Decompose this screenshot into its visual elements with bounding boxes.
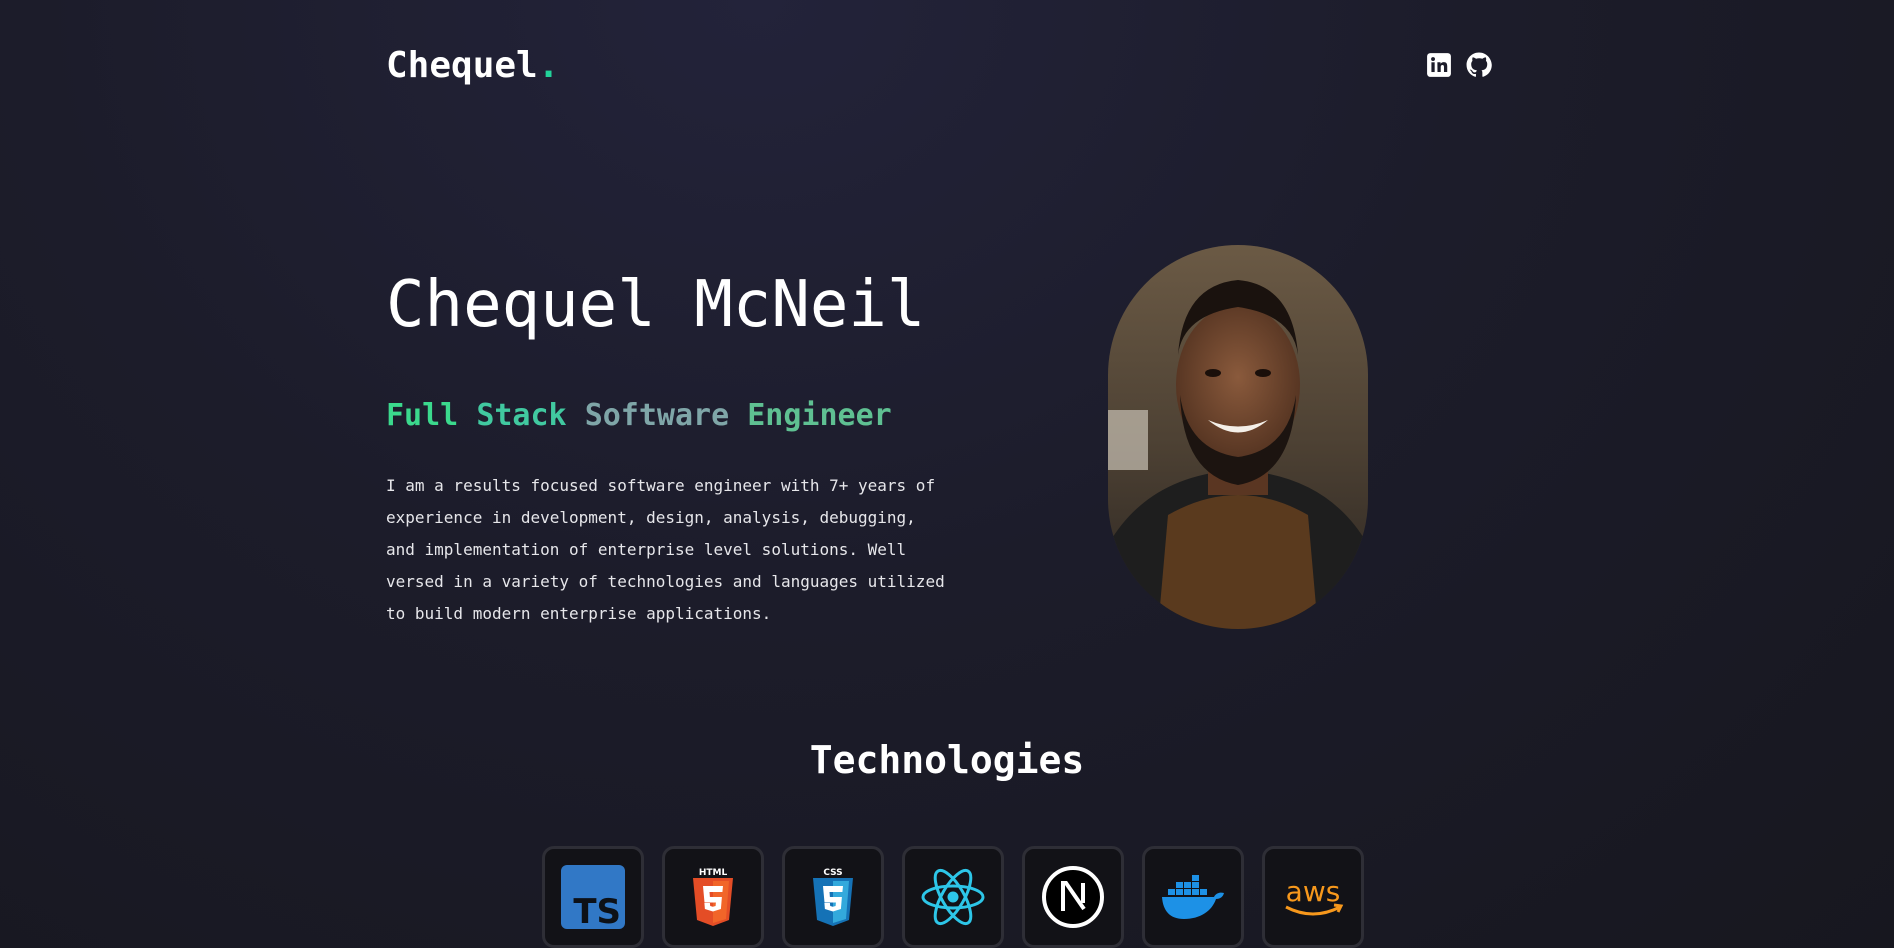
typescript-icon: TS: [561, 865, 625, 929]
docker-icon: [1162, 875, 1224, 919]
hero-title: Full Stack Software Engineer: [386, 398, 892, 433]
tech-card: CSS: [782, 846, 884, 948]
aws-icon: aws: [1285, 875, 1344, 916]
svg-text:TS: TS: [573, 892, 621, 929]
tech-card: [1142, 846, 1244, 948]
social-links: [1426, 52, 1492, 78]
nextjs-icon: [1042, 866, 1104, 928]
react-icon: [921, 868, 985, 926]
tech-card: aws: [1262, 846, 1364, 948]
tech-card: HTML: [662, 846, 764, 948]
title-word: Software: [584, 398, 730, 433]
svg-text:aws: aws: [1286, 875, 1341, 908]
css3-icon: CSS: [813, 868, 853, 926]
site-header: Chequel.: [386, 40, 1492, 90]
title-word: Full: [386, 398, 459, 433]
tech-card: TS: [542, 846, 644, 948]
svg-text:CSS: CSS: [823, 868, 842, 878]
technologies-list: TS HTML CSS aws: [542, 846, 1364, 948]
linkedin-icon[interactable]: [1426, 52, 1452, 78]
title-word: Stack: [476, 398, 567, 433]
portrait-photo: [1108, 245, 1368, 629]
hero-description: I am a results focused software engineer…: [386, 476, 945, 623]
technologies-title: Technologies: [809, 738, 1085, 782]
github-icon[interactable]: [1466, 52, 1492, 78]
hero-name: Chequel McNeil: [386, 268, 926, 342]
title-word: Engineer: [747, 398, 892, 433]
tech-card: [1022, 846, 1124, 948]
html5-icon: HTML: [693, 868, 733, 926]
site-logo[interactable]: Chequel.: [386, 45, 559, 86]
svg-text:HTML: HTML: [699, 868, 728, 878]
tech-card: [902, 846, 1004, 948]
